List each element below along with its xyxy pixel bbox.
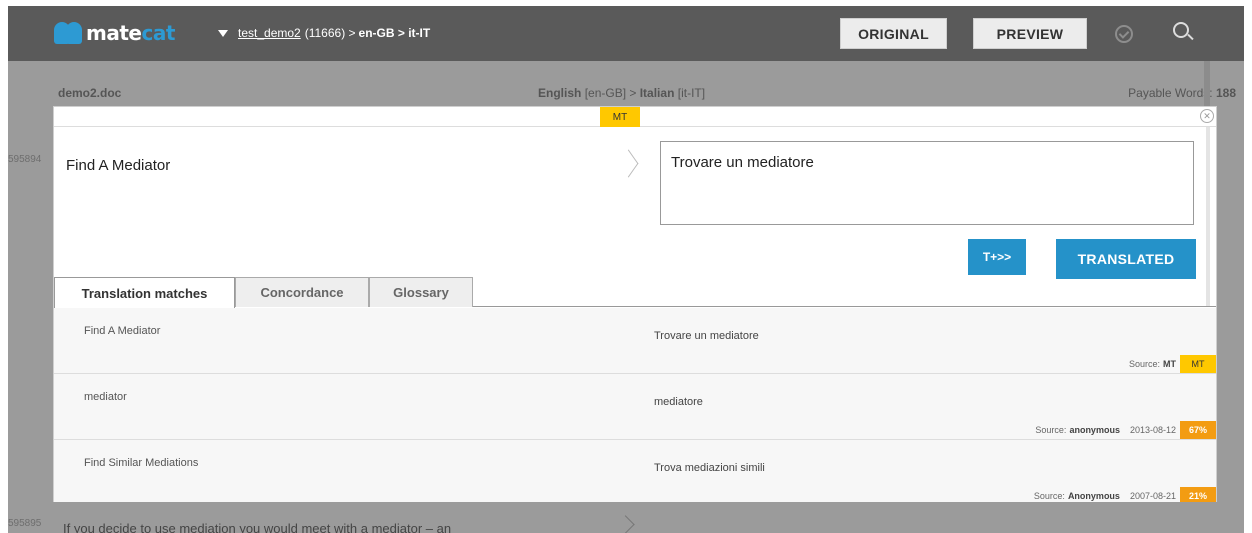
workarea: matecat test_demo2 (11666) > en-GB > it-…: [8, 6, 1244, 533]
match-source: Find Similar Mediations: [84, 457, 199, 469]
file-languages: English [en-GB] > Italian [it-IT]: [538, 86, 706, 100]
project-breadcrumb: test_demo2 (11666) > en-GB > it-IT: [218, 26, 430, 40]
next-segment[interactable]: If you decide to use mediation you would…: [53, 502, 1217, 533]
payable-words: Payable Words: 188: [1128, 86, 1236, 100]
language-pair: en-GB > it-IT: [358, 26, 431, 40]
close-icon[interactable]: ✕: [1200, 109, 1214, 123]
segment-id: 595894: [8, 154, 42, 165]
segment-status-strip: MT ✕: [54, 107, 1216, 127]
match-row[interactable]: Find A Mediator Trovare un mediatore Sou…: [54, 308, 1216, 374]
match-source: mediator: [84, 391, 127, 403]
tag-projection-button[interactable]: T+>>: [968, 239, 1026, 275]
segment-editor: MT ✕ Find A Mediator Trovare un mediator…: [53, 106, 1217, 506]
translated-button[interactable]: TRANSLATED: [1056, 239, 1196, 279]
logo-mark-icon: [54, 22, 82, 44]
match-meta: Source: MT: [1128, 359, 1176, 369]
project-id: (11666) >: [304, 26, 356, 40]
chevron-right-icon: [619, 514, 631, 533]
preview-button[interactable]: PREVIEW: [973, 18, 1087, 49]
match-score: 67%: [1180, 421, 1216, 439]
match-row[interactable]: Find Similar Mediations Trova mediazioni…: [54, 440, 1216, 506]
check-circle-icon[interactable]: [1115, 25, 1133, 43]
match-target: Trovare un mediatore: [654, 330, 759, 342]
tab-translation-matches[interactable]: Translation matches: [54, 277, 235, 308]
tab-glossary[interactable]: Glossary: [369, 277, 473, 307]
matches-tabs: Translation matches Concordance Glossary: [54, 277, 1216, 308]
match-source: Find A Mediator: [84, 325, 161, 337]
original-button[interactable]: ORIGINAL: [840, 18, 947, 49]
project-link[interactable]: test_demo2: [238, 26, 301, 40]
match-score: MT: [1180, 355, 1216, 373]
next-segment-id: 595895: [8, 518, 42, 529]
chevron-right-icon: [620, 149, 632, 179]
mt-badge: MT: [600, 107, 640, 127]
segment-target-editor[interactable]: Trovare un mediatore: [660, 141, 1194, 225]
segment-source: Find A Mediator: [66, 157, 171, 174]
matecat-logo[interactable]: matecat: [54, 21, 175, 45]
caret-down-icon[interactable]: [218, 29, 228, 37]
match-row[interactable]: mediator mediatore Source: anonymous 2013-…: [54, 374, 1216, 440]
file-name: demo2.doc: [58, 86, 122, 100]
tab-concordance[interactable]: Concordance: [235, 277, 369, 307]
search-icon[interactable]: [1173, 22, 1189, 38]
file-header: demo2.doc English [en-GB] > Italian [it-…: [8, 61, 1244, 106]
next-segment-source: If you decide to use mediation you would…: [63, 521, 452, 533]
match-target: mediatore: [654, 396, 703, 408]
match-target: Trova mediazioni simili: [654, 462, 765, 474]
top-bar: matecat test_demo2 (11666) > en-GB > it-…: [8, 6, 1244, 61]
match-meta: Source: anonymous 2013-08-12: [1035, 425, 1176, 435]
logo-text: matecat: [86, 21, 175, 45]
